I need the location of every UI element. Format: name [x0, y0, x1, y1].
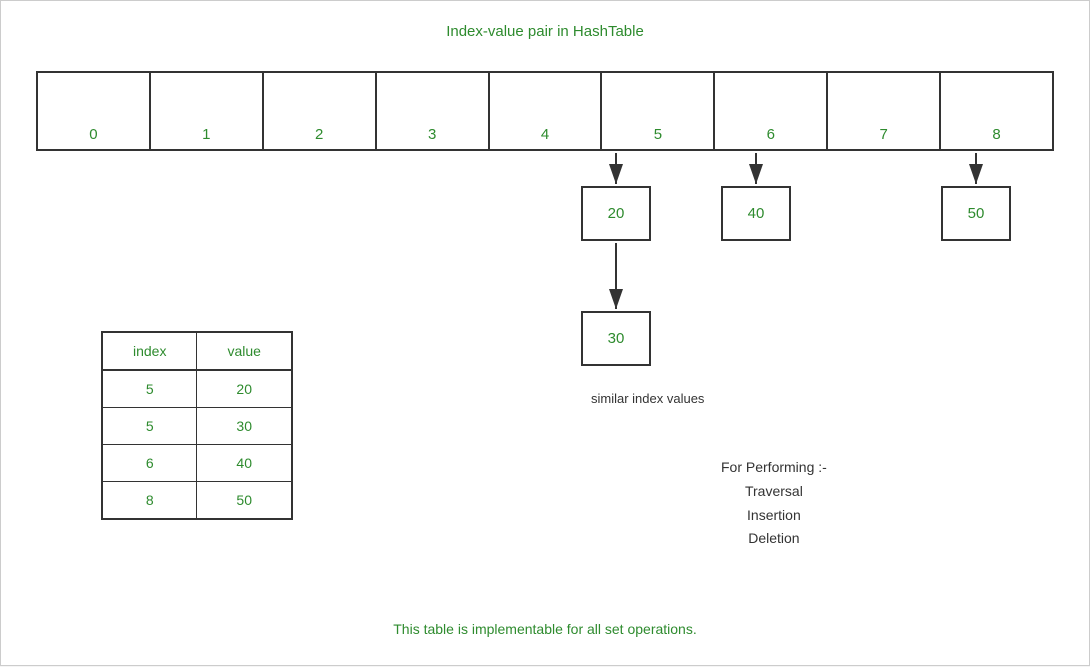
table-row: 6 40 — [102, 445, 292, 482]
table-cell-value: 20 — [197, 370, 292, 408]
table-cell-value: 40 — [197, 445, 292, 482]
operation-traversal: Traversal — [721, 480, 827, 504]
operation-insertion: Insertion — [721, 504, 827, 528]
hash-cell-5: 5 — [602, 73, 715, 149]
table-cell-value: 50 — [197, 482, 292, 520]
operations-title: For Performing :- — [721, 456, 827, 480]
hash-cell-2: 2 — [264, 73, 377, 149]
node-50: 50 — [941, 186, 1011, 241]
hash-cell-0: 0 — [38, 73, 151, 149]
table-cell-index: 6 — [102, 445, 197, 482]
operations-label: For Performing :- Traversal Insertion De… — [721, 456, 827, 551]
page-title: Index-value pair in HashTable — [1, 23, 1089, 40]
table-header-index: index — [102, 332, 197, 370]
hash-cell-8: 8 — [941, 73, 1052, 149]
hash-cell-7: 7 — [828, 73, 941, 149]
hash-array: 0 1 2 3 4 5 6 7 8 — [36, 71, 1054, 151]
table-row: 5 30 — [102, 408, 292, 445]
node-30: 30 — [581, 311, 651, 366]
hash-cell-4: 4 — [490, 73, 603, 149]
table-header-value: value — [197, 332, 292, 370]
similar-label: similar index values — [591, 391, 704, 406]
table-cell-index: 5 — [102, 408, 197, 445]
table-cell-value: 30 — [197, 408, 292, 445]
operation-deletion: Deletion — [721, 527, 827, 551]
hash-cell-1: 1 — [151, 73, 264, 149]
node-20: 20 — [581, 186, 651, 241]
table-cell-index: 8 — [102, 482, 197, 520]
table-row: 8 50 — [102, 482, 292, 520]
index-value-table: index value 5 20 5 30 6 40 8 50 — [101, 331, 293, 520]
hash-cell-3: 3 — [377, 73, 490, 149]
table-row: 5 20 — [102, 370, 292, 408]
footer-text: This table is implementable for all set … — [1, 621, 1089, 637]
hash-cell-6: 6 — [715, 73, 828, 149]
node-40: 40 — [721, 186, 791, 241]
table-cell-index: 5 — [102, 370, 197, 408]
